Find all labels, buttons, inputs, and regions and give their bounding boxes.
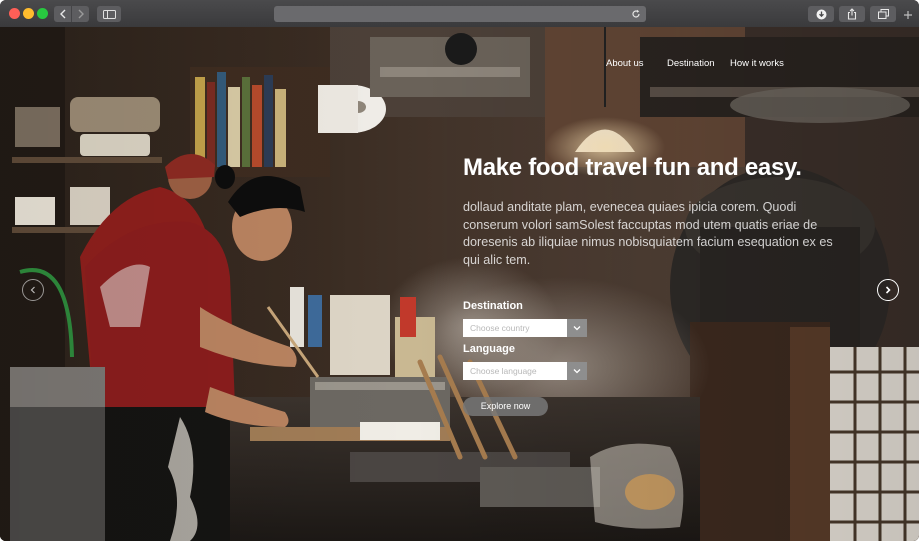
sidebar-icon — [102, 9, 116, 19]
hero-body-text: dollaud anditate plam, evenecea quiaes i… — [463, 200, 833, 267]
reload-button[interactable] — [630, 8, 642, 20]
chevron-left-icon — [30, 286, 35, 294]
browser-window: About us Destination How it works Make f… — [0, 0, 919, 541]
new-tab-button[interactable] — [902, 9, 914, 21]
zoom-window-button[interactable] — [37, 8, 48, 19]
carousel-next-button[interactable] — [877, 279, 899, 301]
history-nav-group — [54, 6, 89, 22]
downloads-button[interactable] — [808, 6, 834, 22]
close-window-button[interactable] — [9, 8, 20, 19]
new-tab-icon — [904, 11, 912, 19]
hero-headline: Make food travel fun and easy. — [463, 154, 802, 181]
download-icon — [816, 9, 826, 19]
forward-button[interactable] — [71, 6, 89, 22]
back-icon — [59, 9, 65, 19]
language-label: Language — [463, 343, 515, 355]
browser-toolbar — [0, 0, 919, 28]
hero-section: About us Destination How it works Make f… — [0, 27, 919, 541]
chevron-down-icon — [573, 369, 581, 374]
hero-overlay — [0, 27, 919, 541]
destination-select[interactable]: Choose country — [463, 319, 587, 337]
carousel-prev-button[interactable] — [22, 279, 44, 301]
nav-link-about[interactable]: About us — [606, 58, 644, 69]
destination-select-value: Choose country — [463, 319, 567, 337]
share-icon — [847, 8, 857, 20]
explore-now-button[interactable]: Explore now — [463, 397, 548, 416]
show-tabs-button[interactable] — [870, 6, 896, 22]
address-bar[interactable] — [274, 6, 646, 22]
destination-dropdown-caret[interactable] — [567, 319, 587, 337]
sidebar-toggle-button[interactable] — [97, 6, 121, 22]
chevron-down-icon — [573, 326, 581, 331]
nav-link-destination[interactable]: Destination — [667, 58, 715, 69]
language-select-value: Choose language — [463, 362, 567, 380]
nav-link-how-it-works[interactable]: How it works — [730, 58, 784, 69]
language-dropdown-caret[interactable] — [567, 362, 587, 380]
back-button[interactable] — [54, 6, 71, 22]
destination-label: Destination — [463, 300, 523, 312]
reload-icon — [632, 9, 640, 18]
language-select[interactable]: Choose language — [463, 362, 587, 380]
tabs-icon — [877, 9, 889, 19]
share-button[interactable] — [839, 6, 865, 22]
minimize-window-button[interactable] — [23, 8, 34, 19]
chevron-right-icon — [885, 286, 891, 294]
forward-icon — [78, 9, 84, 19]
